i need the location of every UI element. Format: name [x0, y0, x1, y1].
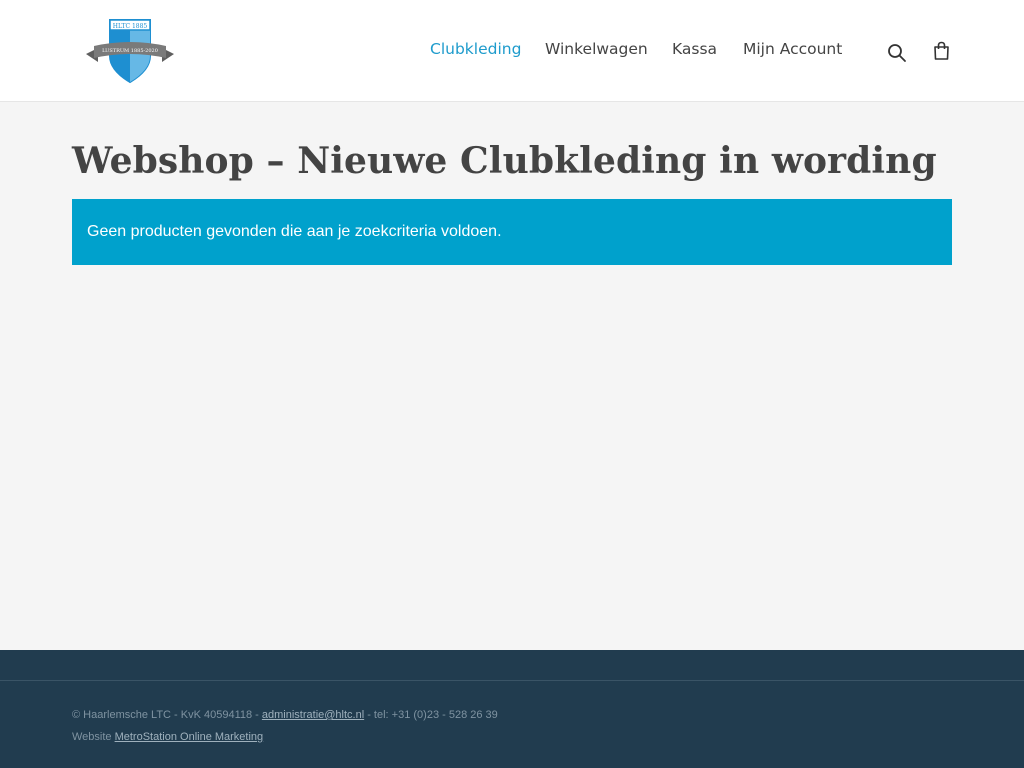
nav-item-winkelwagen[interactable]: Winkelwagen	[545, 40, 648, 58]
footer-credit-line: Website MetroStation Online Marketing	[72, 731, 263, 743]
search-button[interactable]	[887, 43, 907, 63]
footer-agency-link[interactable]: MetroStation Online Marketing	[115, 731, 264, 743]
logo-top-text: HLTC 1885	[113, 23, 148, 30]
nav-item-mijn-account[interactable]: Mijn Account	[743, 40, 842, 58]
cart-button[interactable]	[933, 41, 950, 61]
nav-item-clubkleding[interactable]: Clubkleding	[430, 40, 521, 58]
footer-copyright-line: © Haarlemsche LTC - KvK 40594118 - admin…	[72, 709, 498, 721]
footer-company-text: © Haarlemsche LTC - KvK 40594118 -	[72, 709, 262, 721]
page-title: Webshop – Nieuwe Clubkleding in wording	[72, 140, 937, 182]
site-header: HLTC 1885 LUSTRUM 1885-2020 Clubkleding …	[0, 0, 1024, 102]
club-logo[interactable]: HLTC 1885 LUSTRUM 1885-2020	[84, 18, 176, 86]
footer-email-link[interactable]: administratie@hltc.nl	[262, 709, 364, 721]
shopping-bag-icon	[934, 41, 949, 60]
search-icon	[888, 44, 906, 62]
club-shield-logo-icon: HLTC 1885 LUSTRUM 1885-2020	[86, 19, 174, 84]
footer-website-label: Website	[72, 731, 115, 743]
nav-item-kassa[interactable]: Kassa	[672, 40, 717, 58]
footer-phone-text: - tel: +31 (0)23 - 528 26 39	[364, 709, 498, 721]
no-products-notice: Geen producten gevonden die aan je zoekc…	[72, 199, 952, 265]
logo-ribbon-text: LUSTRUM 1885-2020	[102, 48, 158, 54]
site-footer: © Haarlemsche LTC - KvK 40594118 - admin…	[0, 681, 1024, 768]
footer-top-band	[0, 650, 1024, 681]
